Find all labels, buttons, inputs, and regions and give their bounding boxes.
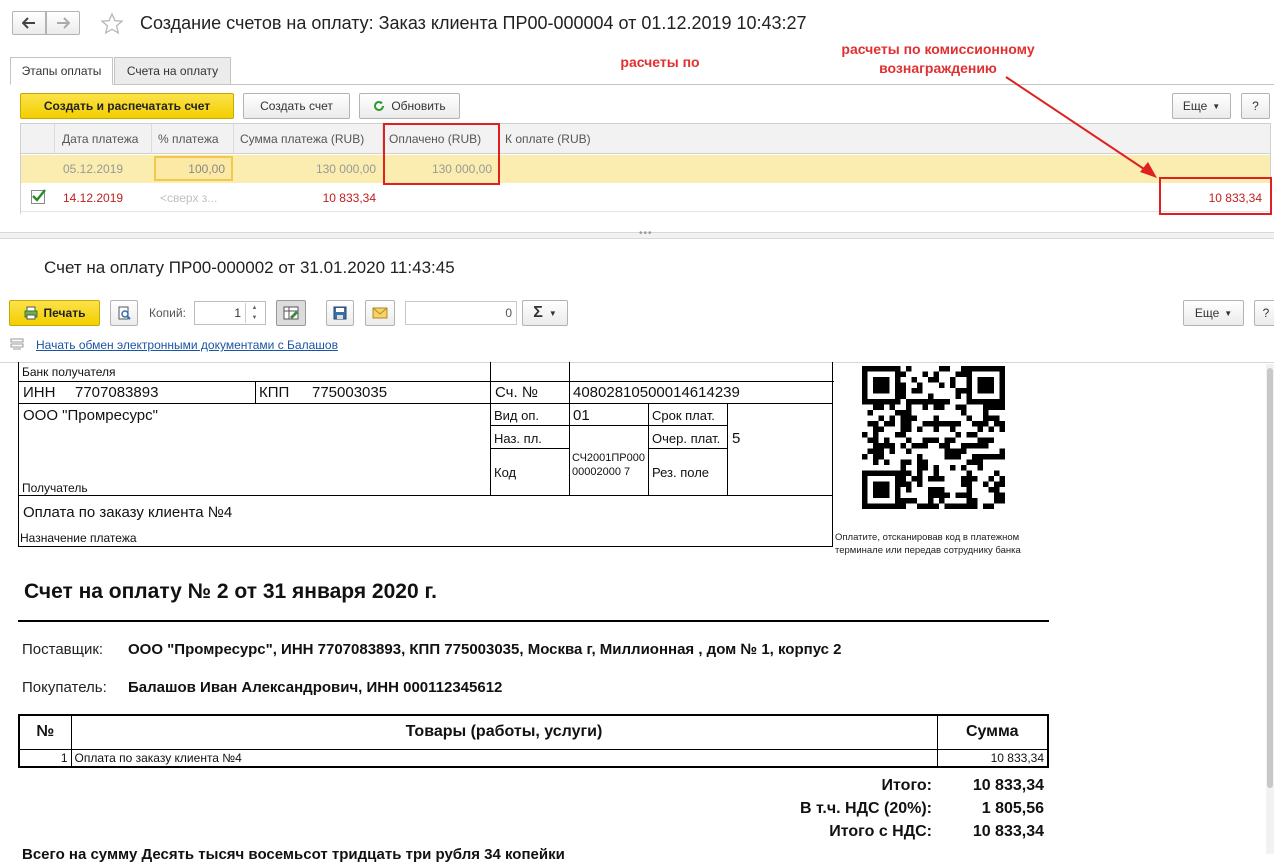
inn-label: ИНН bbox=[23, 384, 56, 401]
total-value: 10 833,34 bbox=[972, 777, 1044, 794]
copies-label: Копий: bbox=[149, 306, 186, 320]
kod-value: СЧ2001ПР00000002000 7 bbox=[572, 452, 645, 478]
exchange-icon bbox=[10, 337, 24, 351]
table-row: 1 Оплата по заказу клиента №4 10 833,34 bbox=[18, 748, 1049, 767]
goods-row-name: Оплата по заказу клиента №4 bbox=[70, 748, 938, 767]
heading-rule bbox=[18, 620, 1049, 622]
preview-icon bbox=[117, 306, 131, 320]
buyer-label: Покупатель: bbox=[22, 679, 107, 696]
total-label: Итого: bbox=[881, 777, 932, 794]
printer-icon bbox=[24, 306, 38, 320]
print-button[interactable]: Печать bbox=[9, 300, 100, 326]
inn-value: 7707083893 bbox=[75, 384, 159, 401]
kpp-label: КПП bbox=[259, 384, 290, 401]
naz-pl-label: Наз. пл. bbox=[494, 431, 542, 446]
drag-handle-icon: ••• bbox=[639, 228, 653, 239]
payment-purpose-label: Назначение платежа bbox=[20, 531, 137, 545]
goods-table: № Товары (работы, услуги) Сумма 1 Оплата… bbox=[18, 714, 1049, 768]
save-button[interactable] bbox=[326, 300, 354, 326]
panel-splitter[interactable]: ••• bbox=[0, 228, 1274, 239]
chevron-down-icon: ▼ bbox=[1224, 308, 1233, 318]
buyer-value: Балашов Иван Александрович, ИНН 00011234… bbox=[128, 679, 503, 696]
total-with-vat-value: 10 833,34 bbox=[972, 823, 1044, 840]
document-help-button[interactable]: ? bbox=[1254, 300, 1274, 326]
document-more-button[interactable]: Еще ▼ bbox=[1183, 300, 1244, 326]
vat-value: 1 805,56 bbox=[981, 800, 1044, 817]
goods-header-num: № bbox=[18, 714, 72, 750]
vid-op-label: Вид оп. bbox=[494, 408, 540, 423]
payment-purpose: Оплата по заказу клиента №4 bbox=[23, 504, 233, 521]
kod-label: Код bbox=[494, 465, 517, 480]
start-edi-exchange-link[interactable]: Начать обмен электронными документами с … bbox=[36, 338, 338, 352]
qr-caption: Оплатите, отсканировав код в платежном т… bbox=[835, 532, 1021, 556]
payment-qr-code bbox=[860, 364, 1031, 510]
print-label: Печать bbox=[43, 306, 86, 320]
vat-label: В т.ч. НДС (20%): bbox=[799, 800, 932, 817]
stepper-up-icon[interactable]: ▲ bbox=[245, 303, 263, 313]
edit-mode-button[interactable] bbox=[276, 300, 306, 326]
goods-header-name: Товары (работы, услуги) bbox=[70, 714, 938, 750]
supplier-label: Поставщик: bbox=[22, 641, 104, 658]
sum-value: 0 bbox=[505, 306, 512, 320]
goods-header-sum: Сумма bbox=[936, 714, 1049, 750]
kpp-value: 775003035 bbox=[312, 384, 388, 401]
goods-row-sum: 10 833,34 bbox=[936, 748, 1049, 767]
invoice-heading: Счет на оплату № 2 от 31 января 2020 г. bbox=[24, 580, 437, 603]
account-label: Сч. № bbox=[495, 384, 538, 401]
sum-mode-button[interactable]: Σ ▼ bbox=[522, 300, 568, 326]
sigma-icon: Σ bbox=[533, 304, 543, 321]
envelope-icon bbox=[372, 307, 388, 319]
bank-receiver-label: Банк получателя bbox=[22, 365, 116, 379]
rez-label: Рез. поле bbox=[652, 465, 710, 480]
stepper-down-icon[interactable]: ▼ bbox=[245, 313, 263, 323]
srok-label: Срок плат. bbox=[652, 408, 715, 423]
sum-field[interactable]: 0 bbox=[405, 301, 517, 325]
document-title: Счет на оплату ПР00-000002 от 31.01.2020… bbox=[44, 258, 455, 277]
receiver-label: Получатель bbox=[22, 481, 88, 495]
document-more-label: Еще bbox=[1194, 306, 1220, 320]
sum-in-words: Всего на сумму Десять тысяч восемьсот тр… bbox=[22, 846, 565, 863]
preview-button[interactable] bbox=[110, 300, 138, 326]
copies-stepper[interactable]: 1 ▲ ▼ bbox=[194, 301, 266, 325]
goods-row-num: 1 bbox=[18, 748, 72, 767]
ocher-label: Очер. плат. bbox=[652, 431, 721, 446]
document-scrollbar[interactable] bbox=[1266, 364, 1274, 854]
vid-op-value: 01 bbox=[573, 407, 590, 424]
supplier-value: ООО "Промресурс", ИНН 7707083893, КПП 77… bbox=[128, 641, 842, 658]
edit-table-icon bbox=[283, 306, 299, 320]
total-with-vat-label: Итого с НДС: bbox=[829, 823, 932, 840]
account-value: 40802810500014614239 bbox=[573, 384, 740, 401]
ocher-value: 5 bbox=[732, 430, 741, 447]
chevron-down-icon: ▼ bbox=[548, 308, 557, 318]
scrollbar-thumb[interactable] bbox=[1267, 368, 1273, 788]
receiver-name: ООО "Промресурс" bbox=[23, 407, 158, 424]
save-icon bbox=[333, 306, 347, 320]
send-email-button[interactable] bbox=[365, 300, 395, 326]
copies-value[interactable]: 1 bbox=[234, 306, 241, 320]
